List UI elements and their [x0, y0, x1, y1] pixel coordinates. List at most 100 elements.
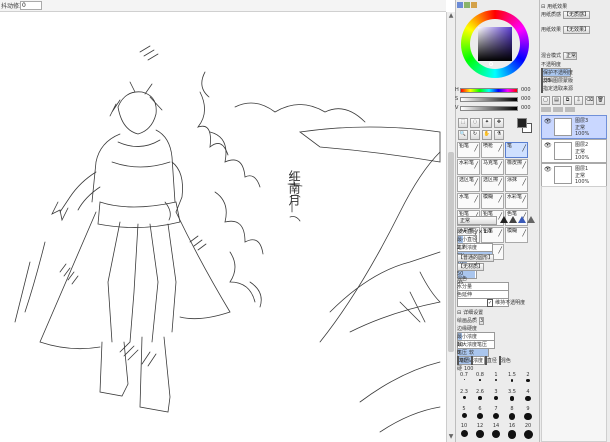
tip-triangle3-icon[interactable] [518, 216, 526, 223]
tip-triangle-icon[interactable] [500, 216, 508, 223]
hsv-mode-icon[interactable] [471, 2, 477, 8]
brush-tool-button[interactable]: 水彩笔 ╱ [457, 159, 480, 175]
rgb-mode-icon[interactable] [464, 2, 470, 8]
foreground-color-swatch[interactable] [517, 118, 527, 128]
pressure-check-4-label: 混色 [500, 358, 511, 364]
brush-size-preset[interactable]: 5 [457, 406, 471, 423]
detail-settings-icon[interactable]: ⊟ [457, 310, 461, 316]
move-tool-icon[interactable]: ✥ [494, 118, 504, 128]
brush-size-dot [461, 413, 467, 418]
max-size-multiplier[interactable]: x 1.0 [479, 229, 492, 235]
brush-texture-select[interactable]: 【无材质】 [457, 263, 485, 271]
brush-size-preset[interactable]: 0.7 [457, 372, 471, 389]
brush-size-preset[interactable]: 7 [489, 406, 503, 423]
layer-blend-select[interactable]: 正常 [562, 52, 577, 60]
scroll-down-icon[interactable]: ▼ [447, 433, 455, 441]
eyedropper-icon[interactable]: ⚗ [494, 130, 504, 140]
paper-texture-select[interactable]: 【无质感】 [562, 11, 590, 19]
new-layer-icon[interactable]: ▢ [541, 96, 550, 105]
brush-size-preset[interactable]: 10 [457, 423, 471, 440]
rotate-tool-icon[interactable]: ↻ [470, 130, 480, 140]
brush-size-dot [510, 379, 514, 382]
merge-down-icon[interactable]: ⇩ [574, 96, 583, 105]
brush-tip-shapes [500, 216, 536, 225]
new-folder-icon[interactable]: ▤ [552, 96, 561, 105]
brush-tool-button[interactable]: 选区笔 ╱ [457, 176, 480, 192]
brush-blend-mode-select[interactable]: 正常 [457, 216, 497, 225]
color-extend-label: 色延伸 [457, 292, 473, 298]
stabilizer-value-field[interactable]: 0 [20, 1, 42, 10]
canvas-vertical-scrollbar[interactable]: ▲ ▼ [446, 12, 455, 442]
layer-visibility-icon[interactable]: 👁 [544, 118, 552, 125]
paper-settings: ⊟ 用纸效果 用纸质感 【无质感】 用纸效果 【无效果】 [541, 3, 607, 35]
brush-size-preset-label: 6 [478, 406, 482, 412]
brush-size-preset[interactable]: 0.8 [473, 372, 487, 389]
brush-tool-button[interactable]: 水彩笔 ╱ [505, 193, 528, 209]
drawing-canvas[interactable]: 红南月 [0, 12, 446, 442]
value-slider[interactable] [460, 106, 518, 111]
brush-size-dot [462, 396, 466, 399]
brush-size-preset[interactable]: 2.3 [457, 389, 471, 406]
brush-size-preset[interactable]: 9 [521, 406, 535, 423]
layer-row[interactable]: 👁 图层3 正常 100% [541, 115, 607, 139]
quality-select[interactable]: 3 [478, 317, 485, 325]
brush-tool-button[interactable]: 涂抹 ╱ [505, 176, 528, 192]
brush-size-preset[interactable]: 3 [489, 389, 503, 406]
brush-tool-button[interactable]: 橡皮擦 ╱ [505, 159, 528, 175]
brush-size-dot [509, 396, 515, 401]
saturation-slider[interactable] [460, 97, 518, 102]
brush-tool-label: 水彩笔 [507, 194, 523, 200]
brush-tool-button[interactable]: 马克笔 ╱ [481, 159, 504, 175]
brush-size-dot [492, 413, 500, 420]
layer-row[interactable]: 👁 图层1 正常 100% [541, 163, 607, 187]
brush-size-preset[interactable]: 1.5 [505, 372, 519, 389]
brush-size-preset-label: 10 [460, 423, 468, 429]
brush-tool-button[interactable]: 水笔 ╱ [457, 193, 480, 209]
layer-row[interactable]: 👁 图层2 正常 100% [541, 139, 607, 163]
brush-size-preset[interactable]: 8 [505, 406, 519, 423]
brush-stroke-icon: ╱ [474, 196, 478, 203]
brush-size-preset[interactable]: 4 [521, 389, 535, 406]
brush-tool-button[interactable]: 选区擦 ╱ [481, 176, 504, 192]
zoom-tool-icon[interactable]: 🔍 [458, 130, 468, 140]
clear-layer-icon[interactable]: ⌫ [585, 96, 594, 105]
brush-size-preset[interactable]: 20 [521, 423, 535, 440]
paper-effect-select[interactable]: 【无效果】 [562, 26, 590, 34]
clipping-mask-label: 剪辑图层蒙版 [543, 78, 574, 84]
brush-size-preset[interactable]: 3.5 [505, 389, 519, 406]
layer-visibility-icon[interactable]: 👁 [544, 166, 552, 173]
delete-layer-icon[interactable]: 🗑 [596, 96, 605, 105]
brush-shape-select[interactable]: 【普通的圆形】 [457, 254, 495, 262]
tip-triangle2-icon[interactable] [509, 216, 517, 223]
hand-tool-icon[interactable]: ✋ [482, 130, 492, 140]
select-tool-icon[interactable]: ⬚ [458, 118, 468, 128]
brush-size-preset[interactable]: 6 [473, 406, 487, 423]
layer-visibility-icon[interactable]: 👁 [544, 142, 552, 149]
copy-layer-icon[interactable]: ⧉ [563, 96, 572, 105]
scroll-up-icon[interactable]: ▲ [447, 12, 455, 20]
brush-size-preset[interactable]: 1 [489, 372, 503, 389]
layer-mini-button-1[interactable] [541, 107, 551, 112]
wheel-mode-icon[interactable] [457, 2, 463, 8]
keep-opacity-checkbox[interactable]: ✓ [487, 299, 494, 307]
brush-size-preset[interactable]: 12 [473, 423, 487, 440]
brush-size-preset[interactable]: 16 [505, 423, 519, 440]
layer-mini-button-3[interactable] [565, 107, 575, 112]
hue-slider[interactable] [460, 88, 518, 93]
brush-tool-button[interactable]: 模糊 ╱ [481, 193, 504, 209]
tip-triangle4-icon[interactable] [527, 216, 535, 223]
saturation-value-square[interactable] [478, 27, 512, 61]
brush-stroke-icon: ╱ [522, 196, 526, 203]
brush-tool-button[interactable]: 铅笔 ╱ [457, 142, 480, 158]
brush-size-preset[interactable]: 14 [489, 423, 503, 440]
lasso-tool-icon[interactable]: ◌ [470, 118, 480, 128]
color-picker-cursor[interactable] [489, 62, 493, 66]
paper-collapse-icon[interactable]: ⊟ [541, 4, 545, 10]
scroll-thumb[interactable] [448, 152, 454, 352]
brush-size-preset[interactable]: 2 [521, 372, 535, 389]
brush-tool-button[interactable]: 喷枪 ╱ [481, 142, 504, 158]
magic-wand-icon[interactable]: ✦ [482, 118, 492, 128]
brush-tool-button[interactable]: 笔 ╱ [505, 142, 528, 158]
brush-size-preset[interactable]: 2.6 [473, 389, 487, 406]
layer-mini-button-2[interactable] [553, 107, 563, 112]
